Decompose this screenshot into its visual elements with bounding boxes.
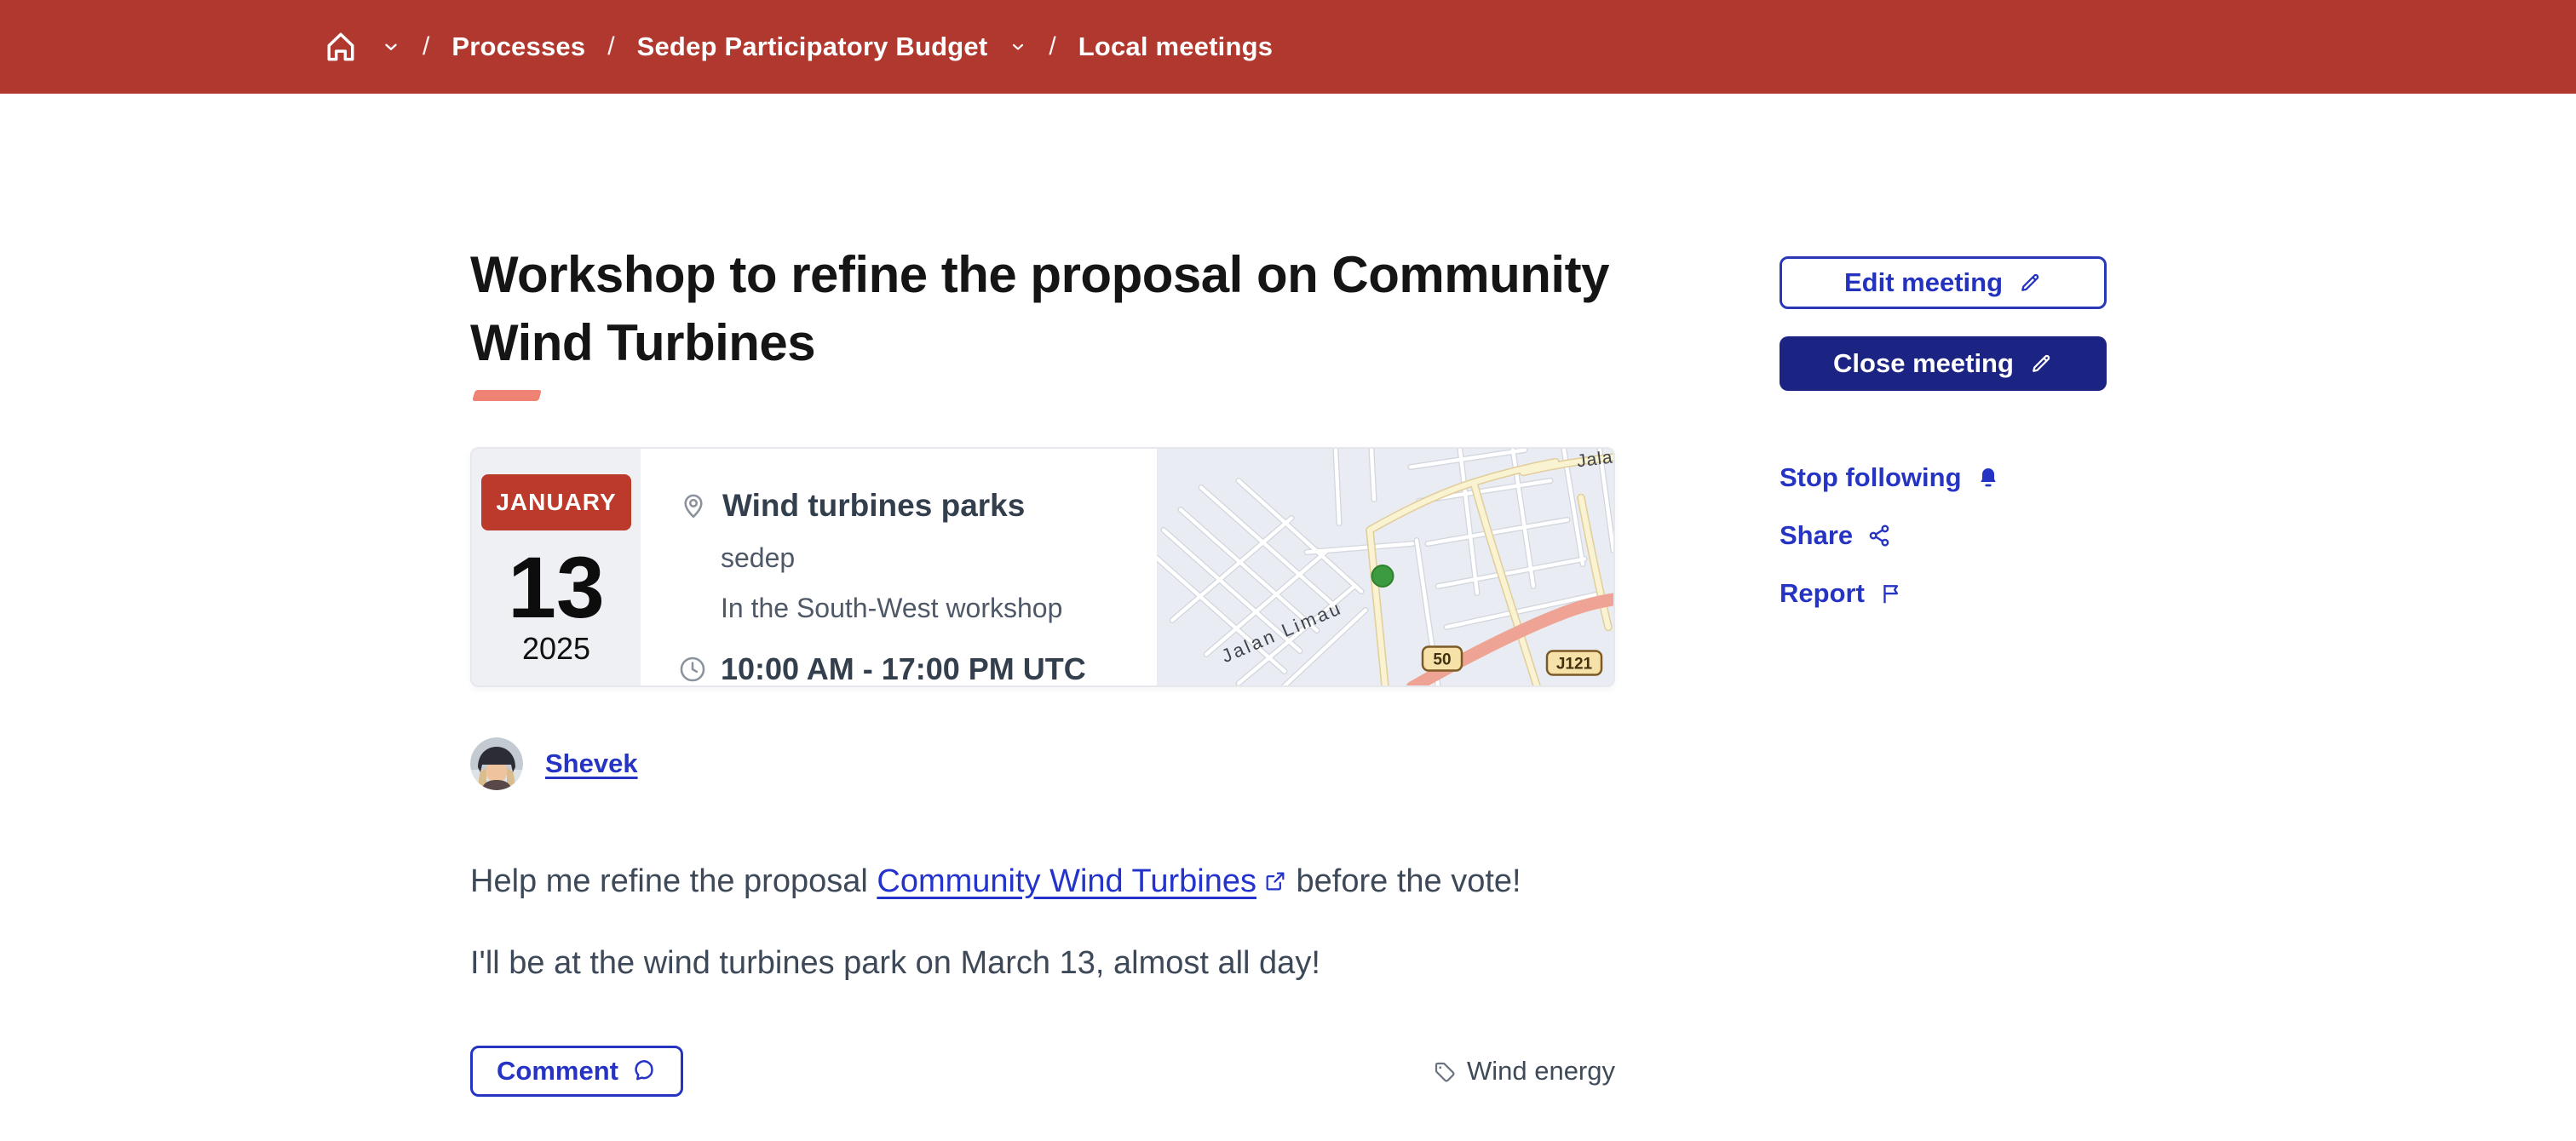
close-meeting-button[interactable]: Close meeting <box>1780 336 2107 391</box>
paragraph-text: Help me refine the proposal <box>470 863 877 899</box>
map-marker[interactable] <box>1371 565 1394 588</box>
share-icon <box>1869 525 1889 547</box>
pencil-icon <box>2033 354 2050 372</box>
date-panel: JANUARY 13 2025 <box>472 449 641 685</box>
clock-icon <box>680 657 705 682</box>
comment-button[interactable]: Comment <box>470 1046 683 1097</box>
date-day: 13 <box>508 539 605 636</box>
map-pin-icon <box>684 494 703 519</box>
breadcrumb-local-meetings[interactable]: Local meetings <box>1078 32 1273 62</box>
location-panel: Wind turbines parks sedep In the South-W… <box>641 449 1157 685</box>
description-paragraph-2: I'll be at the wind turbines park on Mar… <box>470 944 1320 981</box>
content-footer: Comment Wind energy <box>470 1046 1615 1097</box>
tag-label: Wind energy <box>1466 1056 1615 1086</box>
author-row: Shevek <box>470 737 638 790</box>
stop-following-link[interactable]: Stop following <box>1780 461 2001 495</box>
flag-icon <box>1883 585 1898 604</box>
proposal-link[interactable]: Community Wind Turbines <box>877 863 1256 899</box>
comment-icon <box>635 1060 653 1081</box>
date-month-badge: JANUARY <box>481 474 631 530</box>
stop-following-label: Stop following <box>1780 462 1962 492</box>
sidebar-links: Stop following Share Report <box>1780 461 2107 611</box>
report-label: Report <box>1780 578 1865 608</box>
share-label: Share <box>1780 520 1854 550</box>
author-name-link[interactable]: Shevek <box>545 748 638 779</box>
date-year: 2025 <box>521 631 591 666</box>
pencil-icon <box>2021 273 2039 291</box>
meeting-page: / Processes / Sedep Participatory Budget… <box>0 0 2576 1141</box>
breadcrumb-processes[interactable]: Processes <box>451 32 585 62</box>
external-link-icon <box>1263 863 1287 904</box>
share-link[interactable]: Share <box>1780 519 1892 553</box>
edit-meeting-button[interactable]: Edit meeting <box>1780 256 2107 309</box>
meeting-description: Help me refine the proposal Community Wi… <box>470 862 1765 983</box>
report-link[interactable]: Report <box>1780 576 1904 611</box>
description-paragraph-1: Help me refine the proposal Community Wi… <box>470 862 1765 904</box>
location-address: In the South-West workshop <box>721 593 1063 623</box>
breadcrumb: / Processes / Sedep Participatory Budget… <box>322 0 1273 94</box>
meeting-details-card: JANUARY 13 2025 Wind turbines parks sede… <box>470 447 1615 687</box>
tag-icon <box>1435 1062 1455 1082</box>
title-accent-bar <box>472 390 542 401</box>
svg-text:50: 50 <box>1433 651 1451 669</box>
meeting-time: 10:00 AM - 17:00 PM UTC <box>721 651 1086 686</box>
avatar[interactable] <box>470 737 523 790</box>
route-badge-j121: J121 <box>1545 650 1603 676</box>
top-navigation-bar: / Processes / Sedep Participatory Budget… <box>0 0 2576 94</box>
home-icon[interactable] <box>322 28 359 66</box>
chevron-down-icon[interactable] <box>1009 38 1026 55</box>
actions-sidebar: Edit meeting Close meeting Stop followin… <box>1780 256 2107 611</box>
location-organization: sedep <box>721 542 796 573</box>
edit-meeting-label: Edit meeting <box>1843 267 2003 297</box>
category-tag[interactable]: Wind energy <box>1431 1056 1615 1087</box>
paragraph-text: before the vote! <box>1286 863 1521 899</box>
location-name: Wind turbines parks <box>722 488 1026 523</box>
breadcrumb-process-title[interactable]: Sedep Participatory Budget <box>637 32 988 62</box>
svg-text:J121: J121 <box>1556 656 1593 674</box>
page-title: Workshop to refine the proposal on Commu… <box>470 246 1609 371</box>
breadcrumb-separator: / <box>423 32 430 60</box>
location-map[interactable]: Jalan Limau Jala 50 J121 <box>1157 449 1613 685</box>
close-meeting-label: Close meeting <box>1833 348 2014 378</box>
breadcrumb-separator: / <box>607 32 615 60</box>
bell-icon <box>1980 468 1996 487</box>
route-badge-50: 50 <box>1421 645 1463 672</box>
comment-button-label: Comment <box>497 1056 618 1086</box>
chevron-down-icon[interactable] <box>382 37 400 56</box>
breadcrumb-separator: / <box>1049 32 1056 60</box>
